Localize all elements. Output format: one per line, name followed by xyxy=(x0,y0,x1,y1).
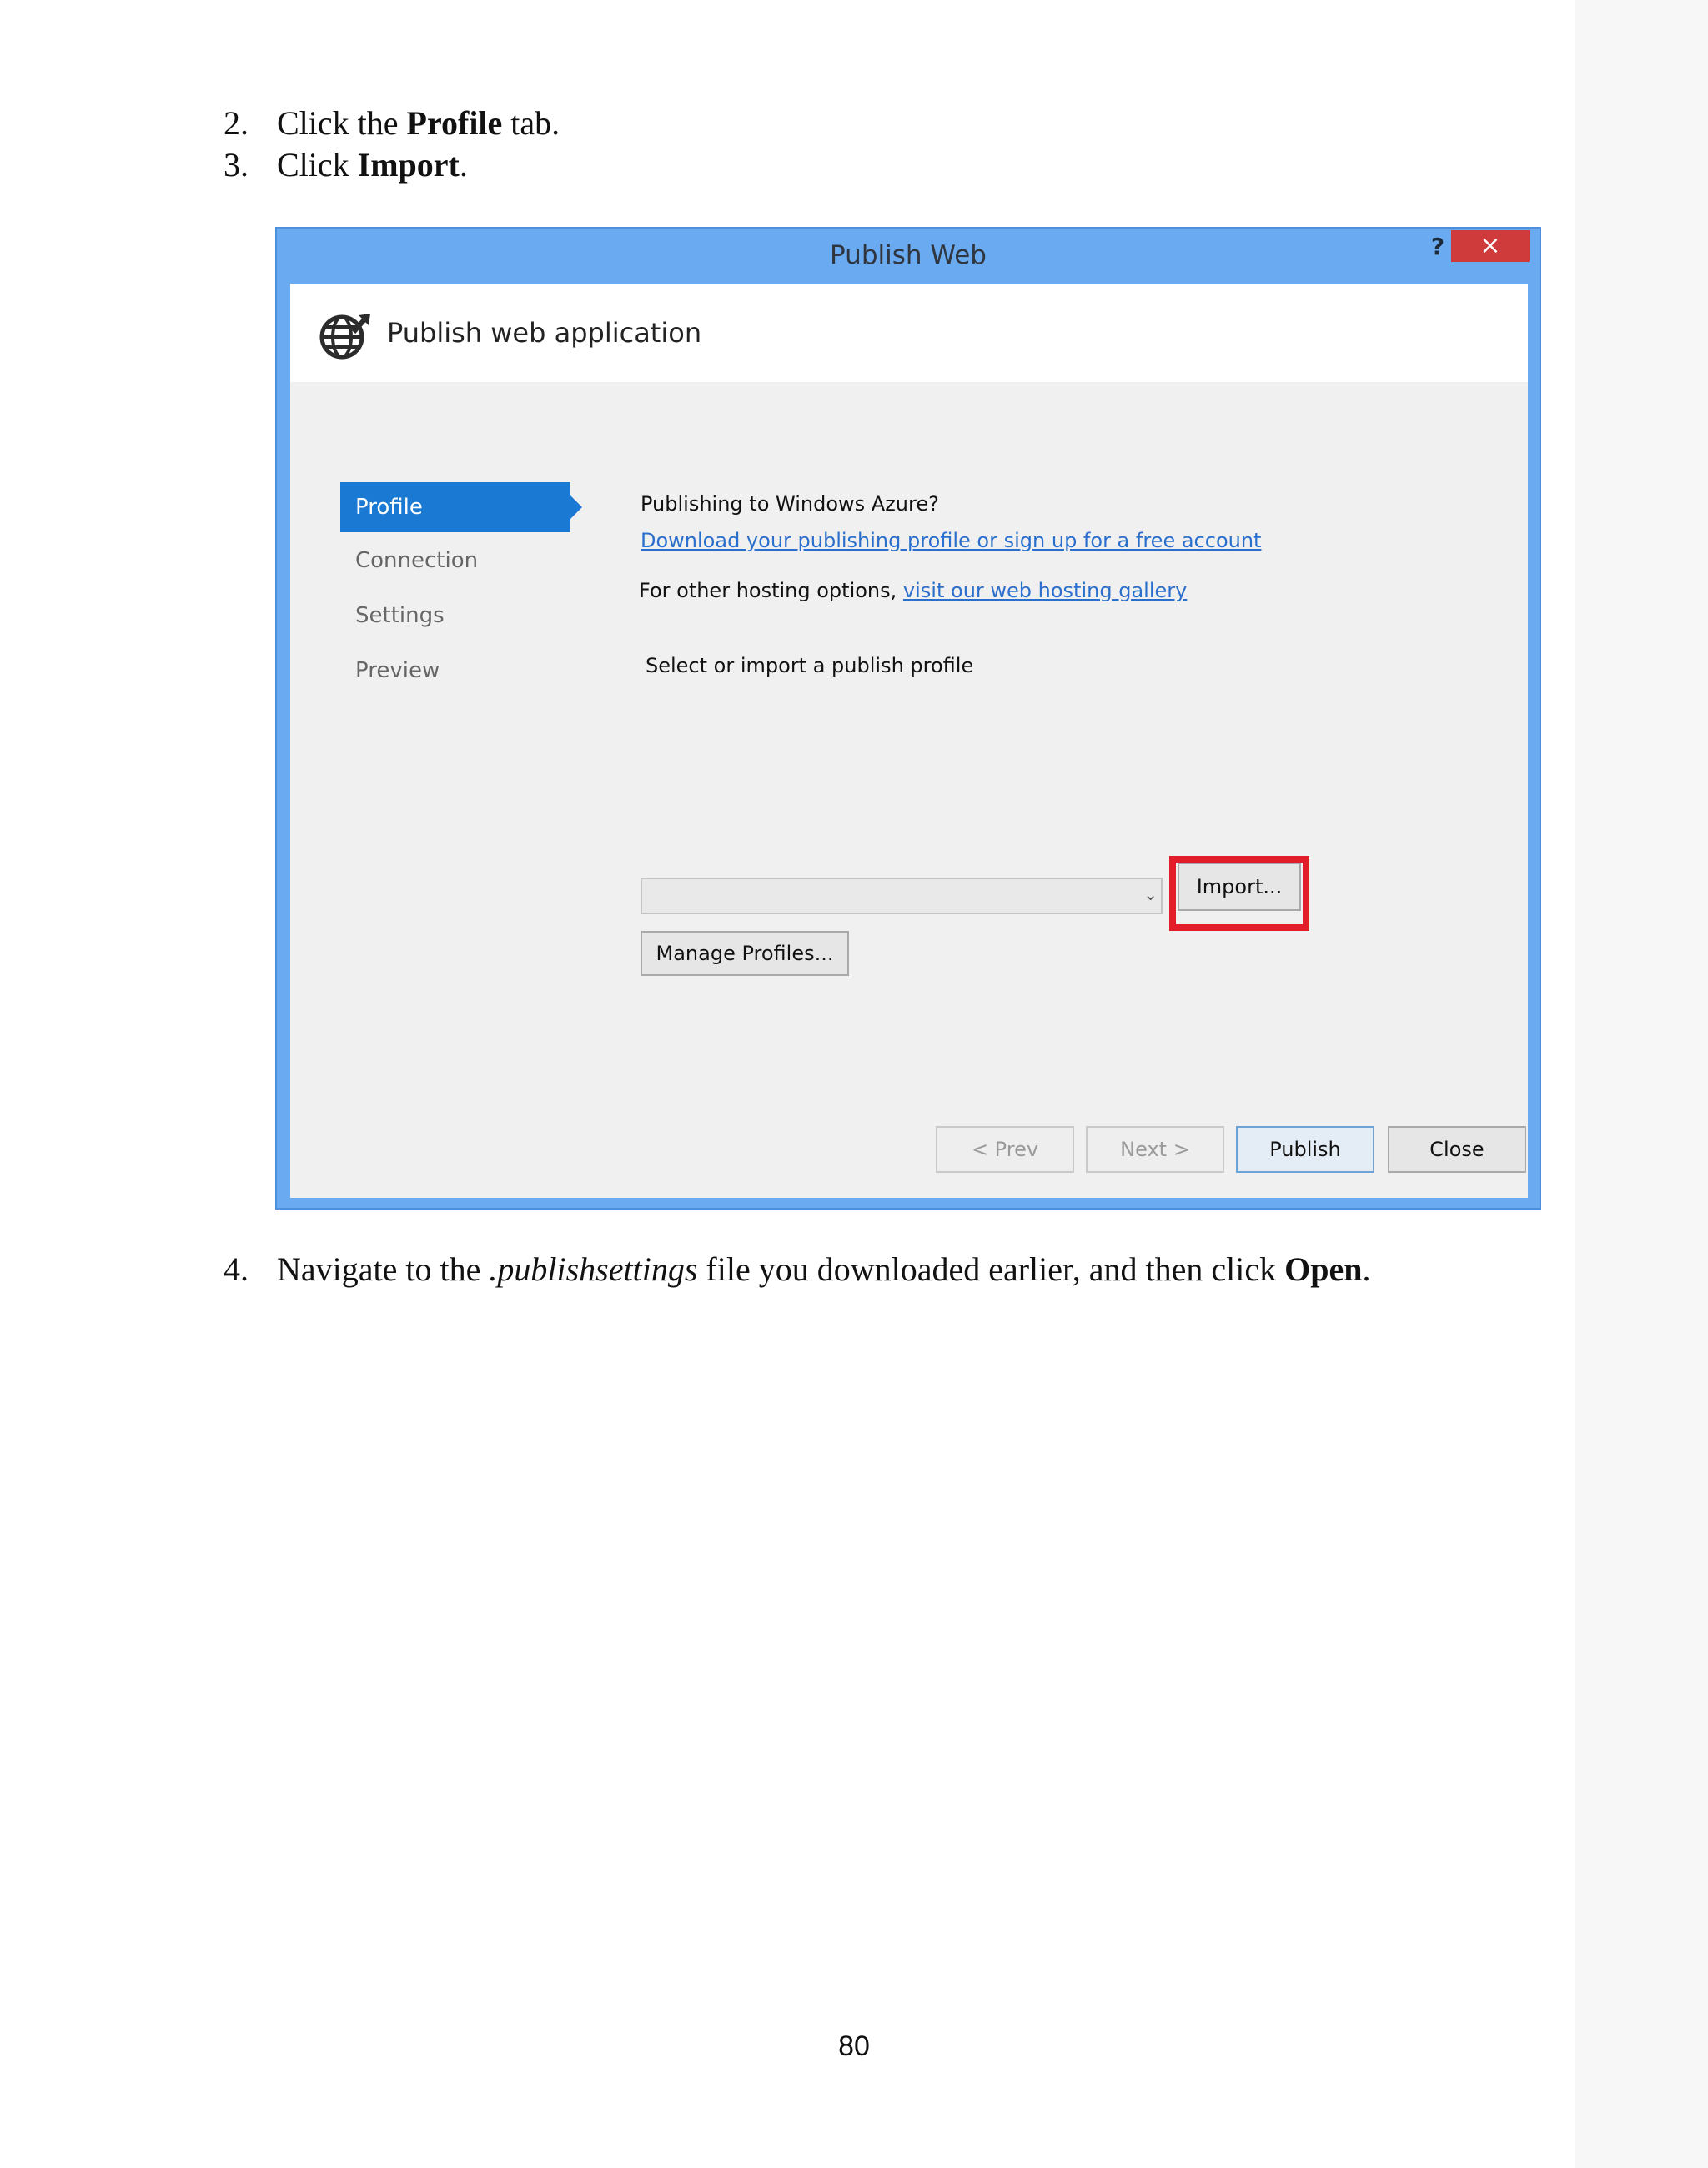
download-profile-link[interactable]: Download your publishing profile or sign… xyxy=(640,529,1261,552)
tab-connection[interactable]: Connection xyxy=(340,536,570,586)
step-2: 2. Click the Profile tab. xyxy=(224,103,560,143)
step-number: 3. xyxy=(224,146,249,184)
step-text-end: . xyxy=(1362,1250,1371,1288)
globe-publish-icon xyxy=(319,314,370,360)
azure-question: Publishing to Windows Azure? xyxy=(640,492,939,516)
dialog-title: Publish Web xyxy=(830,240,987,270)
step-text: Click the xyxy=(277,104,407,142)
step-text-end: . xyxy=(459,146,468,184)
select-profile-label: Select or import a publish profile xyxy=(646,654,974,677)
step-text: Click xyxy=(277,146,358,184)
step-4: 4. Navigate to the .publishsettings file … xyxy=(224,1250,1370,1290)
manage-profiles-button[interactable]: Manage Profiles... xyxy=(640,931,849,976)
tab-preview[interactable]: Preview xyxy=(340,646,570,696)
step-bold: Import xyxy=(357,146,460,184)
page-number: 80 xyxy=(838,2030,870,2062)
step-number: 2. xyxy=(224,104,249,142)
profile-dropdown[interactable]: ⌄ xyxy=(640,878,1163,914)
other-hosting-text: For other hosting options, xyxy=(639,579,897,602)
dialog-header: Publish web application xyxy=(290,284,1528,382)
import-highlight-box xyxy=(1169,856,1309,931)
close-button[interactable]: Close xyxy=(1388,1126,1526,1173)
hosting-gallery-link[interactable]: visit our web hosting gallery xyxy=(903,579,1187,602)
tab-profile[interactable]: Profile xyxy=(340,482,582,532)
close-window-button[interactable]: × xyxy=(1451,230,1530,262)
step-bold: Profile xyxy=(406,104,503,142)
publish-web-dialog: Publish Web ? × Publish web application … xyxy=(275,227,1541,1210)
tab-settings[interactable]: Settings xyxy=(340,591,570,641)
next-button[interactable]: Next > xyxy=(1086,1126,1224,1173)
publish-button[interactable]: Publish xyxy=(1236,1126,1374,1173)
step-3: 3. Click Import. xyxy=(224,145,468,185)
step-bold: Open xyxy=(1284,1250,1363,1288)
chevron-down-icon: ⌄ xyxy=(1143,884,1158,904)
step-number: 4. xyxy=(224,1250,249,1288)
help-button[interactable]: ? xyxy=(1421,232,1454,262)
step-italic: .publishsettings xyxy=(489,1250,698,1288)
title-bar: Publish Web ? × xyxy=(277,229,1540,280)
header-title: Publish web application xyxy=(387,317,702,349)
other-hosting-row: For other hosting options, visit our web… xyxy=(639,579,1187,602)
dialog-body: Publish web application Profile Connecti… xyxy=(290,284,1528,1198)
prev-button[interactable]: < Prev xyxy=(936,1126,1074,1173)
step-text-mid: file you downloaded earlier, and then cl… xyxy=(697,1250,1285,1288)
step-text: Navigate to the xyxy=(277,1250,490,1288)
page-margin-strip xyxy=(1575,0,1708,2168)
step-text-end: tab. xyxy=(502,104,560,142)
